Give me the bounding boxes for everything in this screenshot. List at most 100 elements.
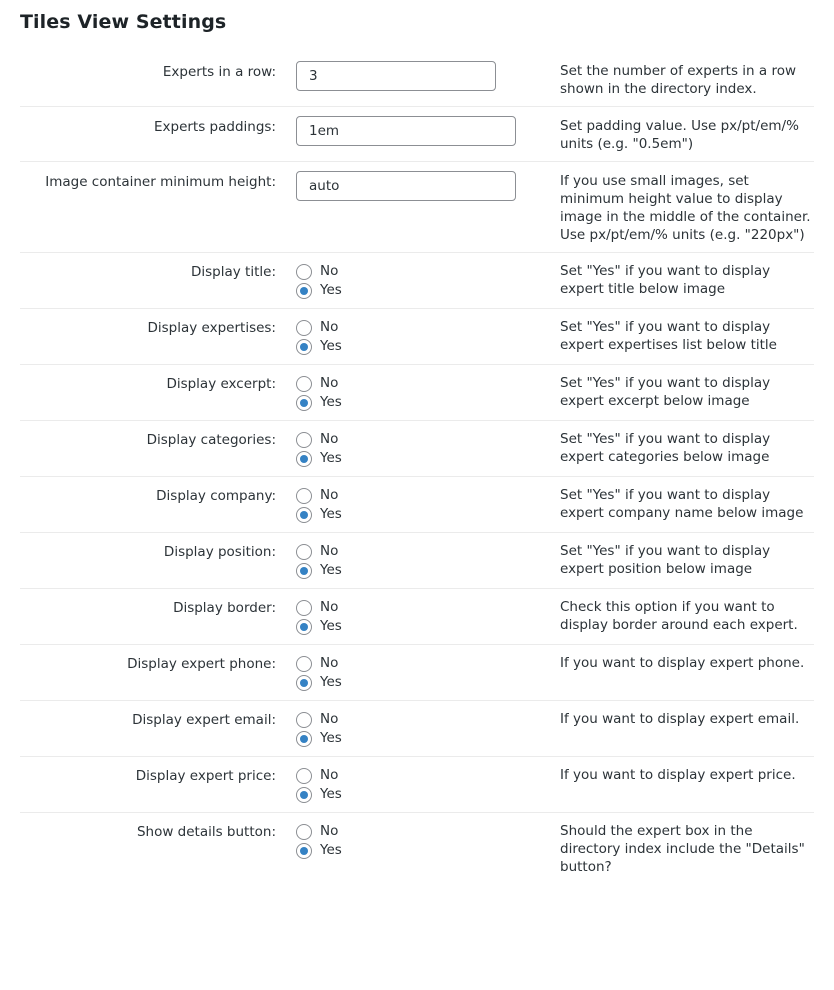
radio-button-no[interactable] [296,711,312,728]
radio-button-no[interactable] [296,431,312,448]
radio-label-no[interactable]: No [320,766,338,785]
radio-button-no[interactable] [296,487,312,504]
radio-option-yes[interactable]: Yes [296,617,560,636]
setting-row-display-company: Display company: No Yes Set "Yes" if you wa… [20,477,814,533]
setting-row-image-container-minimum-height: Image container minimum height: If you us… [20,162,814,253]
radio-label-no[interactable]: No [320,374,338,393]
radio-option-no[interactable]: No [296,430,560,449]
radio-label-yes[interactable]: Yes [320,673,342,692]
radio-button-yes[interactable] [296,562,312,579]
setting-description: If you use small images, set minimum hei… [560,173,811,243]
setting-row-display-categories: Display categories: No Yes Set "Yes" if you… [20,421,814,477]
radio-button-no[interactable] [296,319,312,336]
radio-option-no[interactable]: No [296,822,560,841]
radio-label-yes[interactable]: Yes [320,785,342,804]
setting-control [296,107,560,162]
radio-label-yes[interactable]: Yes [320,617,342,636]
setting-row-display-position: Display position: No Yes Set "Yes" if you w… [20,533,814,589]
radio-label-no[interactable]: No [320,318,338,337]
radio-label-yes[interactable]: Yes [320,337,342,356]
radio-option-yes[interactable]: Yes [296,281,560,300]
radio-button-yes[interactable] [296,786,312,803]
radio-label-yes[interactable]: Yes [320,505,342,524]
radio-label-yes[interactable]: Yes [320,449,342,468]
radio-option-yes[interactable]: Yes [296,785,560,804]
radio-option-yes[interactable]: Yes [296,337,560,356]
setting-row-display-excerpt: Display excerpt: No Yes Set "Yes" if you wa… [20,365,814,421]
radio-label-no[interactable]: No [320,430,338,449]
radio-label-yes[interactable]: Yes [320,281,342,300]
radio-label-no[interactable]: No [320,598,338,617]
radio-button-yes[interactable] [296,282,312,299]
radio-option-yes[interactable]: Yes [296,393,560,412]
setting-label: Display border: [173,600,276,616]
radio-option-no[interactable]: No [296,598,560,617]
setting-row-display-expert-phone: Display expert phone: No Yes If you want to… [20,645,814,701]
setting-description: Check this option if you want to display… [560,599,798,633]
radio-button-yes[interactable] [296,674,312,691]
radio-option-no[interactable]: No [296,262,560,281]
radio-button-yes[interactable] [296,730,312,747]
radio-option-no[interactable]: No [296,710,560,729]
radio-button-yes[interactable] [296,394,312,411]
radio-label-no[interactable]: No [320,710,338,729]
settings-page: Tiles View Settings Experts in a row: Set… [0,0,834,884]
radio-option-yes[interactable]: Yes [296,841,560,860]
radio-button-no[interactable] [296,263,312,280]
radio-option-yes[interactable]: Yes [296,673,560,692]
display-excerpt-radio-group: No Yes [296,365,560,421]
image-container-minimum-height-input[interactable] [296,171,516,201]
setting-label: Display excerpt: [166,376,276,392]
setting-row-display-border: Display border: No Yes Check this option if… [20,589,814,645]
radio-button-no[interactable] [296,543,312,560]
setting-description: Set "Yes" if you want to display expert … [560,263,771,297]
radio-button-yes[interactable] [296,618,312,635]
radio-label-no[interactable]: No [320,822,338,841]
setting-row-display-expertises: Display expertises: No Yes Set "Yes" if you… [20,309,814,365]
radio-label-yes[interactable]: Yes [320,561,342,580]
display-expert-price-radio-group: No Yes [296,757,560,813]
radio-label-yes[interactable]: Yes [320,841,342,860]
setting-control [296,162,560,253]
radio-option-yes[interactable]: Yes [296,449,560,468]
experts-in-a-row-input[interactable] [296,61,496,91]
radio-label-no[interactable]: No [320,262,338,281]
radio-label-yes[interactable]: Yes [320,729,342,748]
radio-option-yes[interactable]: Yes [296,729,560,748]
radio-button-yes[interactable] [296,338,312,355]
setting-description: If you want to display expert phone. [560,655,805,671]
radio-option-no[interactable]: No [296,318,560,337]
radio-option-yes[interactable]: Yes [296,561,560,580]
radio-option-no[interactable]: No [296,486,560,505]
radio-option-yes[interactable]: Yes [296,505,560,524]
radio-button-no[interactable] [296,655,312,672]
setting-control [296,52,560,107]
radio-button-no[interactable] [296,823,312,840]
radio-label-no[interactable]: No [320,486,338,505]
setting-row-experts-in-a-row: Experts in a row: Set the number of exper… [20,52,814,107]
setting-description: Set "Yes" if you want to display expert … [560,487,804,521]
radio-button-yes[interactable] [296,842,312,859]
display-expert-email-radio-group: No Yes [296,701,560,757]
setting-row-display-title: Display title: No Yes Set "Yes" if you want… [20,253,814,309]
radio-button-no[interactable] [296,599,312,616]
radio-label-no[interactable]: No [320,654,338,673]
setting-label: Display categories: [146,432,276,448]
settings-table: Experts in a row: Set the number of exper… [20,52,814,884]
radio-option-no[interactable]: No [296,542,560,561]
display-position-radio-group: No Yes [296,533,560,589]
show-details-button-radio-group: No Yes [296,813,560,885]
radio-button-yes[interactable] [296,450,312,467]
experts-paddings-input[interactable] [296,116,516,146]
radio-option-no[interactable]: No [296,654,560,673]
radio-label-yes[interactable]: Yes [320,393,342,412]
radio-button-no[interactable] [296,375,312,392]
radio-option-no[interactable]: No [296,374,560,393]
radio-option-no[interactable]: No [296,766,560,785]
radio-button-yes[interactable] [296,506,312,523]
setting-label: Display company: [156,488,276,504]
radio-label-no[interactable]: No [320,542,338,561]
radio-button-no[interactable] [296,767,312,784]
setting-description: If you want to display expert price. [560,767,796,783]
setting-label: Display position: [163,544,276,560]
